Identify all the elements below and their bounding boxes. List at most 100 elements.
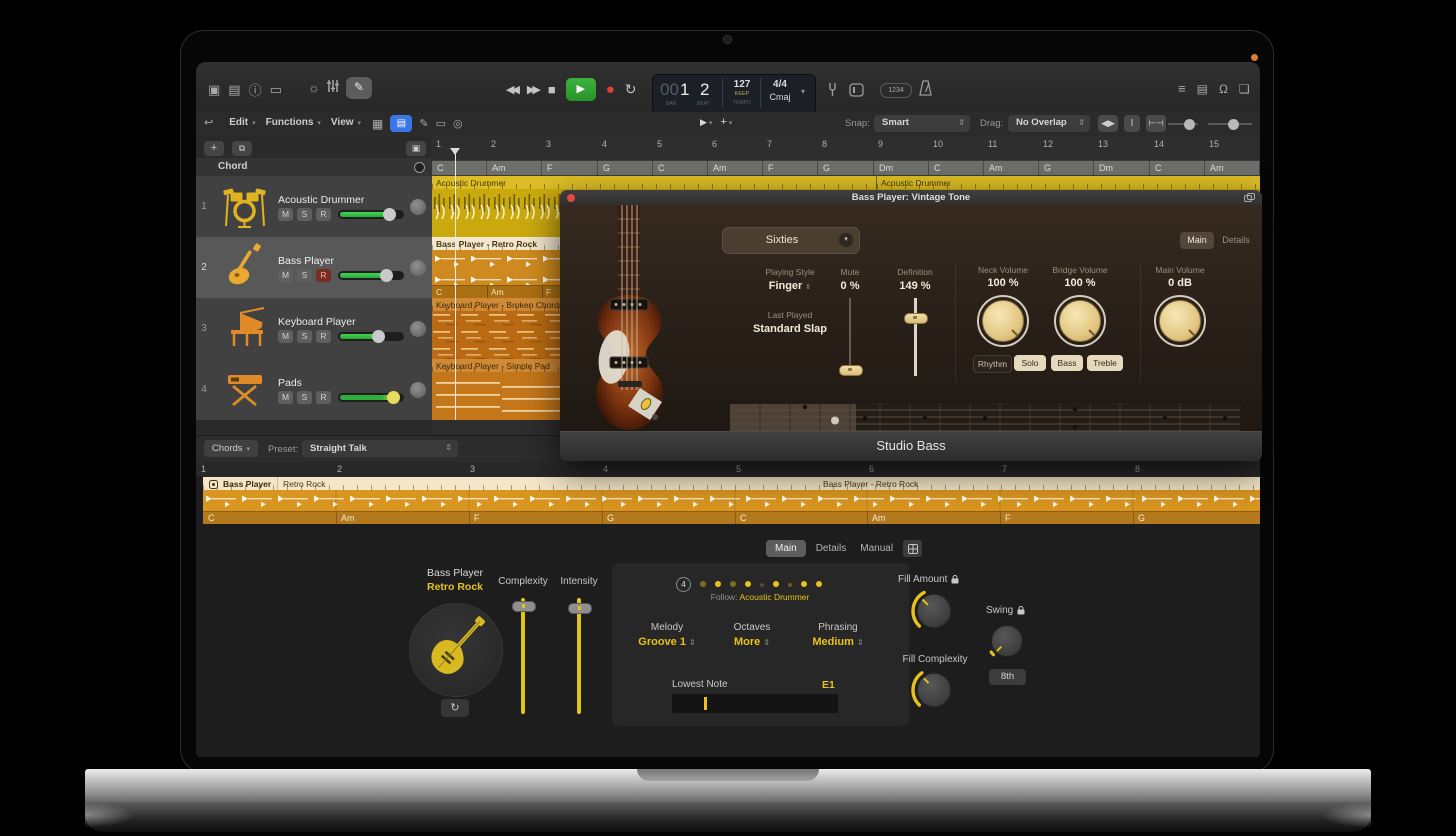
chord-chip[interactable]: C	[432, 161, 487, 175]
volume-knob[interactable]	[387, 391, 400, 404]
horizontal-zoom-slider[interactable]	[1208, 123, 1252, 125]
fill-amount-knob[interactable]	[909, 586, 959, 636]
smart-controls-icon[interactable]: ☼	[308, 76, 320, 100]
pan-knob[interactable]	[410, 321, 426, 337]
tone-bass-button[interactable]: Bass	[1051, 355, 1083, 371]
melody-select[interactable]: Groove 1 ⇕	[638, 636, 695, 648]
pickup-rhythm-button[interactable]: Rhythm	[973, 355, 1012, 373]
solo-button[interactable]: S	[297, 391, 312, 404]
track-header-options-button[interactable]: ▣	[406, 141, 426, 156]
chord-chip[interactable]: C	[1150, 161, 1205, 175]
pattern-dot[interactable]	[700, 581, 706, 587]
tab-manual[interactable]: Manual	[856, 540, 897, 557]
editor-grid-button[interactable]	[903, 540, 922, 557]
stop-button[interactable]: ■	[548, 82, 556, 97]
forward-button[interactable]: ▶▶	[527, 83, 538, 96]
plugin-tab-main[interactable]: Main	[1180, 232, 1214, 249]
play-button[interactable]: ▶	[566, 78, 596, 101]
horizontal-zoom-knob[interactable]	[1228, 119, 1239, 130]
beat-count-badge[interactable]: 1234	[880, 83, 912, 98]
volume-slider[interactable]	[338, 393, 404, 402]
follow-line[interactable]: Follow: Acoustic Drummer	[711, 592, 810, 602]
duplicate-track-button[interactable]: ⧉	[232, 141, 252, 156]
plugin-tab-details[interactable]: Details	[1218, 232, 1254, 249]
volume-knob[interactable]	[372, 330, 385, 343]
back-icon[interactable]: ↩	[204, 116, 213, 129]
intensity-slider[interactable]	[577, 598, 581, 714]
mute-button[interactable]: M	[278, 269, 293, 282]
pattern-number-badge[interactable]: 4	[676, 577, 691, 592]
add-track-button[interactable]: +	[204, 141, 224, 156]
solo-button[interactable]: S	[297, 208, 312, 221]
quick-help-icon[interactable]: ⓘ	[249, 80, 262, 99]
regenerate-button[interactable]: ↻	[441, 699, 469, 717]
bar-ruler[interactable]	[432, 136, 1260, 161]
toolbar-icon[interactable]: ▭	[270, 82, 282, 98]
record-arm-button[interactable]: R	[316, 391, 331, 404]
complexity-handle[interactable]	[512, 601, 536, 612]
swing-rate-button[interactable]: 8th	[989, 669, 1026, 685]
plugin-window[interactable]: Bass Player: Vintage Tone S	[560, 190, 1262, 460]
pattern-dot[interactable]	[730, 581, 736, 587]
link-icon[interactable]	[1244, 193, 1255, 202]
collapse-icon[interactable]: ⊢⊣	[1146, 115, 1166, 132]
pan-knob[interactable]	[410, 260, 426, 276]
rewind-button[interactable]: ◀◀	[506, 83, 517, 96]
chord-chip[interactable]: Am	[487, 161, 542, 175]
chords-track-button[interactable]: Chords ▾	[204, 440, 258, 457]
record-arm-button[interactable]: R	[316, 208, 331, 221]
pattern-dot[interactable]	[801, 581, 807, 587]
main-volume-knob[interactable]	[1152, 293, 1208, 349]
cycle-button[interactable]: ↻	[625, 81, 637, 98]
solo-button[interactable]: S	[297, 330, 312, 343]
neck-volume-knob[interactable]	[975, 293, 1031, 349]
text-tool-icon[interactable]: I	[1124, 115, 1140, 132]
automation-pen-icon[interactable]: ✎	[419, 117, 428, 130]
editors-pencil-button[interactable]: ✎	[346, 77, 372, 99]
fill-complexity-knob[interactable]	[909, 665, 959, 715]
chord-chip[interactable]: G	[818, 161, 874, 175]
snap-dropdown[interactable]: Smart ⇕	[874, 115, 970, 132]
chord-chip[interactable]: C	[929, 161, 984, 175]
region-loop-icon[interactable]	[209, 480, 218, 489]
view-menu[interactable]: View	[331, 117, 354, 128]
browsers-icon[interactable]: ❏	[1239, 82, 1250, 96]
mute-button[interactable]: M	[278, 208, 293, 221]
chord-chip[interactable]: G	[598, 161, 653, 175]
definition-slider-handle[interactable]	[904, 313, 928, 324]
list-editors-icon[interactable]: ≡	[1178, 81, 1186, 96]
waveform-zoom-icon[interactable]: ◀▶	[1098, 115, 1118, 132]
mixer-icon[interactable]	[326, 79, 340, 98]
swing-knob[interactable]	[984, 618, 1030, 664]
pattern-dot[interactable]	[788, 583, 792, 587]
vertical-zoom-slider[interactable]	[1168, 123, 1198, 125]
volume-knob[interactable]	[380, 269, 393, 282]
count-in-icon[interactable]	[849, 83, 864, 102]
chord-track-power-icon[interactable]	[414, 162, 425, 173]
editor-bass-region[interactable]: Bass Player Retro Rock Bass Player - Ret…	[203, 477, 1260, 524]
pattern-dot[interactable]	[715, 581, 721, 587]
tab-main[interactable]: Main	[766, 540, 806, 557]
apple-loops-icon[interactable]: Ω	[1219, 82, 1228, 96]
fill-amount-lock-icon[interactable]	[951, 575, 959, 584]
chord-global-track[interactable]: Chord	[196, 158, 432, 177]
volume-slider[interactable]	[338, 210, 404, 219]
editor-ruler[interactable]	[196, 462, 1260, 478]
mute-slider-handle[interactable]	[839, 365, 863, 376]
grid-view-icon[interactable]: ▦	[372, 117, 383, 131]
chord-chip[interactable]: F	[763, 161, 818, 175]
mute-button[interactable]: M	[278, 391, 293, 404]
volume-slider[interactable]	[338, 271, 404, 280]
playing-style-select[interactable]: Finger ⇕	[769, 280, 812, 292]
preset-dropdown[interactable]: Straight Talk ⇕	[302, 440, 458, 457]
pattern-dot[interactable]	[745, 581, 751, 587]
chord-chip[interactable]: F	[542, 161, 598, 175]
bridge-volume-knob[interactable]	[1052, 293, 1108, 349]
swing-lock-icon[interactable]	[1017, 606, 1025, 615]
drag-dropdown[interactable]: No Overlap ⇕	[1008, 115, 1090, 132]
record-button[interactable]: ●	[606, 78, 615, 101]
edit-menu[interactable]: Edit	[229, 117, 248, 128]
record-arm-button[interactable]: R	[316, 330, 331, 343]
pointer-tool-menu[interactable]: ▶ ▾	[700, 117, 712, 128]
region-view-button[interactable]: ▤	[390, 115, 412, 132]
